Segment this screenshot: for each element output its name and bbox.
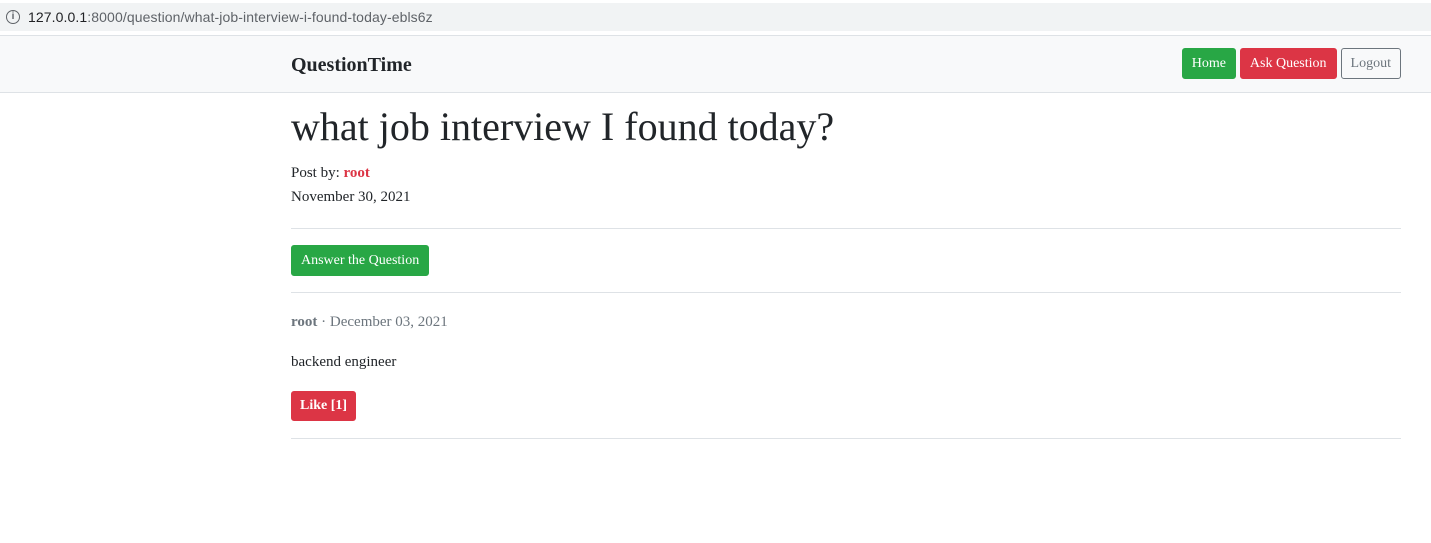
info-icon[interactable]: i	[6, 10, 20, 24]
answer-header: root · December 03, 2021	[291, 312, 1401, 332]
like-button[interactable]: Like [1]	[291, 391, 357, 421]
navbar: QuestionTime Home Ask Question Logout	[0, 35, 1431, 93]
answer-button-row: Answer the Question	[291, 229, 1401, 292]
post-by-line: Post by: root	[291, 161, 1401, 185]
divider	[291, 438, 1401, 439]
brand-link[interactable]: QuestionTime	[291, 53, 412, 77]
answer-body: backend engineer	[291, 354, 397, 370]
question-date: November 30, 2021	[291, 189, 411, 205]
question-title: what job interview I found today?	[291, 104, 835, 149]
url-box[interactable]: i 127.0.0.1:8000/question/what-job-inter…	[0, 3, 1431, 31]
answer-item: root · December 03, 2021 backend enginee…	[291, 312, 1401, 438]
answer-question-button[interactable]: Answer the Question	[291, 245, 430, 276]
home-button[interactable]: Home	[1181, 48, 1236, 79]
nav-actions: Home Ask Question Logout	[1181, 48, 1401, 79]
divider	[291, 292, 1401, 293]
main-content: what job interview I found today? Post b…	[291, 93, 1401, 439]
logout-button[interactable]: Logout	[1340, 48, 1401, 79]
question-author-link[interactable]: root	[344, 165, 370, 181]
question-meta: Post by: root November 30, 2021	[291, 161, 1401, 209]
like-row: Like [1]	[291, 391, 1401, 438]
url-path: :8000/question/what-job-interview-i-foun…	[87, 9, 433, 25]
answer-date: December 03, 2021	[329, 314, 448, 330]
browser-address-bar: i 127.0.0.1:8000/question/what-job-inter…	[0, 0, 1431, 34]
answer-separator: ·	[321, 314, 327, 330]
post-by-label: Post by:	[291, 165, 340, 181]
answer-author: root	[291, 314, 318, 330]
url-text[interactable]: 127.0.0.1:8000/question/what-job-intervi…	[28, 9, 433, 25]
ask-question-button[interactable]: Ask Question	[1239, 48, 1337, 79]
url-host: 127.0.0.1	[28, 9, 88, 25]
